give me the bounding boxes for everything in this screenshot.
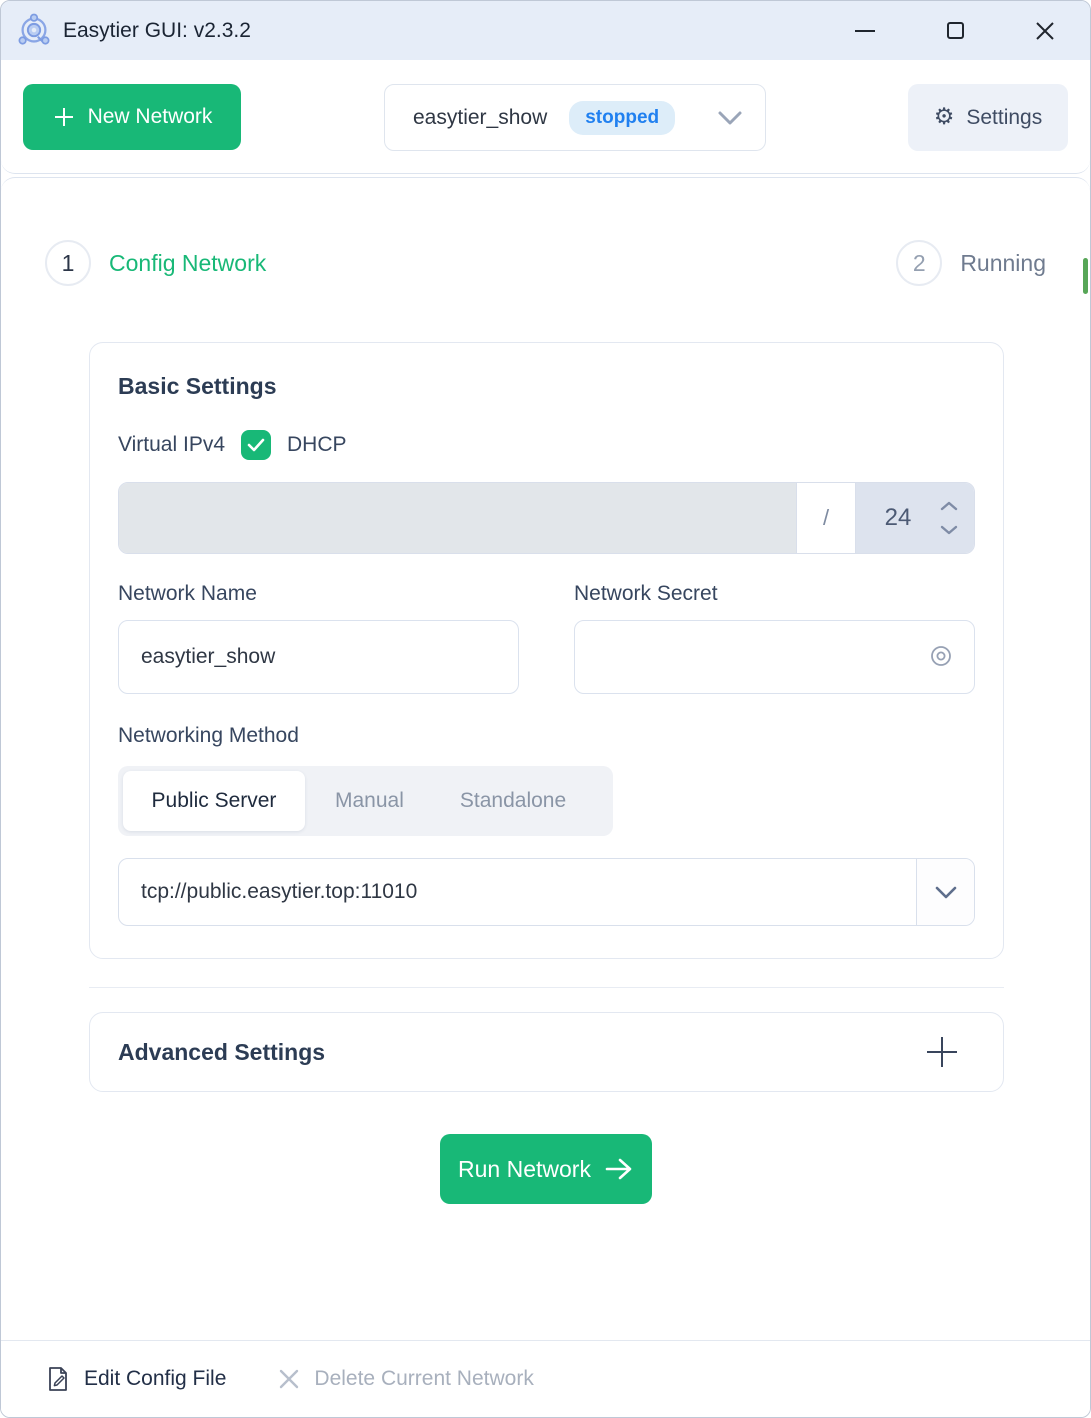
network-name-label: Network Name bbox=[118, 582, 519, 606]
networking-method-label: Networking Method bbox=[118, 724, 975, 748]
public-server-select[interactable]: tcp://public.easytier.top:11010 bbox=[118, 858, 975, 926]
gear-icon: ⚙ bbox=[934, 106, 955, 129]
edit-config-file-button[interactable]: Edit Config File bbox=[46, 1366, 226, 1392]
delete-current-network-label: Delete Current Network bbox=[314, 1367, 533, 1391]
footer: Edit Config File Delete Current Network bbox=[1, 1340, 1090, 1417]
select-caret-box bbox=[916, 859, 974, 925]
network-secret-group: Network Secret bbox=[574, 582, 975, 694]
close-button[interactable] bbox=[1000, 1, 1090, 60]
network-name-input[interactable] bbox=[118, 620, 519, 694]
virtual-ip-input-group: / 24 bbox=[118, 482, 975, 554]
settings-label: Settings bbox=[966, 106, 1042, 130]
networking-method-tabs: Public Server Manual Standalone bbox=[118, 766, 613, 836]
dhcp-checkbox[interactable] bbox=[241, 430, 271, 460]
advanced-settings-card[interactable]: Advanced Settings bbox=[89, 1012, 1004, 1092]
chevron-down-icon[interactable] bbox=[940, 525, 958, 535]
edit-file-icon bbox=[46, 1366, 70, 1392]
chevron-down-icon bbox=[934, 885, 958, 900]
delete-current-network-button[interactable]: Delete Current Network bbox=[278, 1367, 533, 1391]
expand-plus-icon[interactable] bbox=[927, 1037, 957, 1067]
tab-standalone[interactable]: Standalone bbox=[434, 771, 592, 831]
dhcp-label: DHCP bbox=[287, 433, 347, 457]
new-network-button[interactable]: New Network bbox=[23, 84, 241, 150]
public-server-url: tcp://public.easytier.top:11010 bbox=[119, 859, 916, 925]
step-1-label: Config Network bbox=[109, 250, 266, 277]
chevron-down-icon bbox=[717, 110, 743, 126]
tab-public-server[interactable]: Public Server bbox=[123, 771, 305, 831]
new-network-label: New Network bbox=[88, 105, 213, 129]
app-window: Easytier GUI: v2.3.2 New Network easytie… bbox=[0, 0, 1091, 1418]
window-controls bbox=[820, 1, 1090, 60]
prefix-length-stepper[interactable]: 24 bbox=[856, 483, 974, 553]
chevron-up-icon[interactable] bbox=[940, 501, 958, 511]
network-secret-input[interactable] bbox=[574, 620, 975, 694]
app-logo-icon bbox=[15, 12, 53, 50]
network-secret-label: Network Secret bbox=[574, 582, 975, 606]
basic-settings-card: Basic Settings Virtual IPv4 DHCP / 24 bbox=[89, 342, 1004, 959]
stepper-buttons bbox=[940, 501, 974, 535]
name-secret-row: Network Name Network Secret bbox=[118, 582, 975, 694]
network-selector-value: easytier_show bbox=[413, 106, 547, 130]
virtual-ip-input[interactable] bbox=[119, 483, 796, 553]
virtual-ipv4-row: Virtual IPv4 DHCP bbox=[118, 430, 975, 460]
maximize-icon bbox=[947, 22, 964, 39]
basic-settings-title: Basic Settings bbox=[118, 373, 975, 400]
step-indicator: 1 Config Network 2 Running bbox=[45, 240, 1046, 286]
step-1-circle: 1 bbox=[45, 240, 91, 286]
eye-icon[interactable] bbox=[929, 644, 953, 668]
main-content: 1 Config Network 2 Running Basic Setting… bbox=[1, 177, 1090, 1343]
edit-config-file-label: Edit Config File bbox=[84, 1367, 226, 1391]
settings-button[interactable]: ⚙ Settings bbox=[908, 84, 1068, 151]
virtual-ipv4-label: Virtual IPv4 bbox=[118, 433, 225, 457]
close-icon bbox=[1034, 20, 1056, 42]
tab-manual[interactable]: Manual bbox=[309, 771, 430, 831]
toolbar: New Network easytier_show stopped ⚙ Sett… bbox=[1, 60, 1090, 174]
maximize-button[interactable] bbox=[910, 1, 1000, 60]
step-config-network: 1 Config Network bbox=[45, 240, 266, 286]
step-running: 2 Running bbox=[896, 240, 1046, 286]
run-network-label: Run Network bbox=[458, 1156, 591, 1183]
prefix-length-value: 24 bbox=[856, 504, 940, 532]
arrow-right-icon bbox=[605, 1158, 633, 1180]
ip-prefix-separator: / bbox=[796, 483, 856, 553]
advanced-settings-title: Advanced Settings bbox=[118, 1039, 325, 1066]
status-badge: stopped bbox=[569, 101, 675, 135]
network-selector[interactable]: easytier_show stopped bbox=[384, 84, 766, 151]
step-2-circle: 2 bbox=[896, 240, 942, 286]
plus-icon bbox=[52, 105, 76, 129]
window-title: Easytier GUI: v2.3.2 bbox=[63, 19, 251, 43]
x-icon bbox=[278, 1368, 300, 1390]
step-2-label: Running bbox=[960, 250, 1046, 277]
minimize-button[interactable] bbox=[820, 1, 910, 60]
network-name-group: Network Name bbox=[118, 582, 519, 694]
section-divider bbox=[89, 987, 1004, 988]
scrollbar-thumb[interactable] bbox=[1083, 258, 1088, 294]
run-network-button[interactable]: Run Network bbox=[440, 1134, 652, 1204]
titlebar: Easytier GUI: v2.3.2 bbox=[1, 1, 1090, 60]
minimize-icon bbox=[855, 30, 875, 32]
checkmark-icon bbox=[247, 438, 265, 452]
